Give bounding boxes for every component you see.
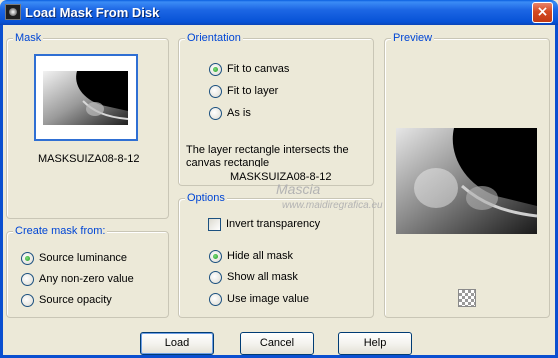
radio-button[interactable] [209, 270, 222, 284]
orientation-info-text: The layer rectangle intersects the canva… [186, 144, 349, 167]
radio-label: Use image value [227, 293, 309, 305]
radio-show-all-mask[interactable]: Show all mask [209, 269, 298, 285]
mask-legend: Mask [13, 32, 44, 44]
preview-image [396, 128, 537, 234]
window-title: Load Mask From Disk [25, 5, 160, 20]
invert-transparency-label: Invert transparency [226, 218, 321, 230]
radio-button[interactable] [21, 293, 34, 307]
watermark-url: www.maidiregrafica.eu [282, 200, 383, 211]
cancel-button[interactable]: Cancel [240, 332, 314, 355]
radio-hide-all-mask[interactable]: Hide all mask [209, 248, 293, 264]
radio-source-luminance[interactable]: Source luminance [21, 250, 127, 266]
checkerboard-icon[interactable] [458, 289, 476, 307]
radio-button[interactable] [209, 84, 222, 98]
radio-use-image-value[interactable]: Use image value [209, 291, 309, 307]
radio-label: Fit to canvas [227, 63, 290, 75]
radio-button[interactable] [209, 249, 222, 263]
radio-source-opacity[interactable]: Source opacity [21, 292, 112, 308]
app-icon [5, 4, 21, 20]
title-bar: Load Mask From Disk × [0, 0, 558, 25]
orientation-legend: Orientation [185, 32, 243, 44]
mask-filename: MASKSUIZA08-8-12 [38, 153, 140, 165]
radio-label: As is [227, 107, 251, 119]
radio-fit-to-layer[interactable]: Fit to layer [209, 83, 278, 99]
radio-button[interactable] [21, 272, 34, 286]
radio-button[interactable] [209, 292, 222, 306]
close-button[interactable]: × [532, 2, 553, 23]
invert-transparency-checkbox[interactable] [208, 217, 221, 231]
radio-button[interactable] [209, 62, 222, 76]
mask-thumbnail-image [43, 71, 128, 125]
radio-label: Show all mask [227, 271, 298, 283]
mask-thumbnail-button[interactable] [34, 54, 138, 141]
radio-label: Source opacity [39, 294, 112, 306]
watermark-name: Mascia [276, 181, 321, 197]
window-frame-left [0, 25, 3, 358]
help-button[interactable]: Help [338, 332, 412, 355]
load-button[interactable]: Load [140, 332, 214, 355]
invert-transparency-checkbox-row[interactable]: Invert transparency [208, 216, 320, 232]
radio-label: Hide all mask [227, 250, 294, 262]
radio-as-is[interactable]: As is [209, 105, 251, 121]
radio-label: Fit to layer [227, 85, 279, 97]
radio-label: Any non-zero value [39, 273, 134, 285]
radio-button[interactable] [21, 251, 34, 265]
create-mask-from-legend: Create mask from: [13, 225, 108, 237]
options-legend: Options [185, 192, 227, 204]
radio-button[interactable] [209, 106, 222, 120]
preview-legend: Preview [391, 32, 435, 44]
radio-label: Source luminance [39, 252, 128, 264]
radio-any-non-zero-value[interactable]: Any non-zero value [21, 271, 134, 287]
radio-fit-to-canvas[interactable]: Fit to canvas [209, 61, 289, 77]
